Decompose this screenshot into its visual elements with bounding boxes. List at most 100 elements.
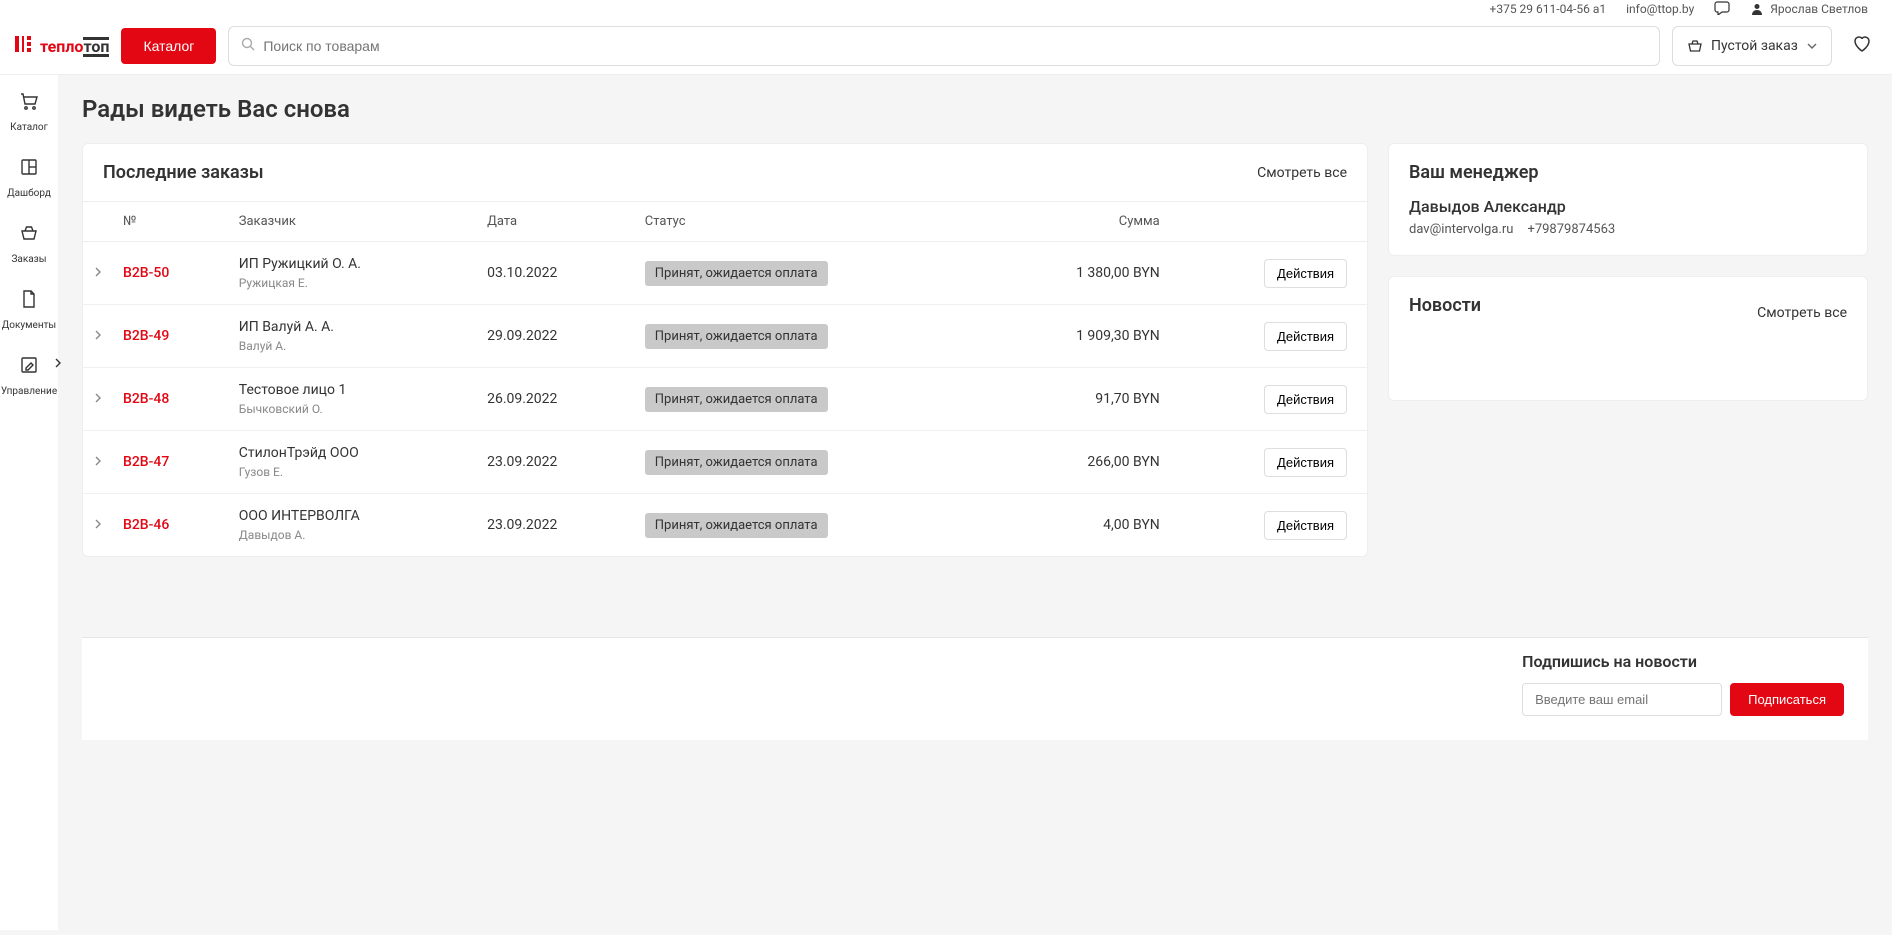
expand-row-icon[interactable]	[83, 368, 113, 431]
subscribe-block: Подпишись на новости Подписаться	[1522, 652, 1844, 716]
order-number-link[interactable]: B2B-49	[123, 328, 169, 344]
favorites-icon[interactable]	[1844, 34, 1880, 58]
col-date: Дата	[477, 202, 635, 242]
page-title: Рады видеть Вас снова	[82, 95, 1868, 123]
header: теплотоп Каталог Пустой заказ	[0, 18, 1892, 75]
sidebar-item-management[interactable]: Управление	[1, 355, 57, 397]
cart-dropdown[interactable]: Пустой заказ	[1672, 26, 1832, 66]
chevron-down-icon	[1807, 41, 1817, 52]
subscribe-title: Подпишись на новости	[1522, 652, 1844, 671]
order-sum: 1 380,00 BYN	[989, 242, 1170, 305]
catalog-button[interactable]: Каталог	[121, 28, 216, 64]
news-view-all-link[interactable]: Смотреть все	[1757, 305, 1847, 321]
expand-row-icon[interactable]	[83, 431, 113, 494]
status-badge: Принят, ожидается оплата	[645, 450, 828, 475]
orders-table: № Заказчик Дата Статус Сумма B2B-50 ИП Р…	[83, 201, 1367, 556]
basket-icon	[1687, 38, 1703, 54]
dashboard-icon	[19, 157, 39, 182]
logo-text-2: топ	[83, 37, 109, 57]
expand-row-icon[interactable]	[83, 494, 113, 557]
actions-button[interactable]: Действия	[1264, 511, 1347, 540]
chevron-right-icon	[55, 358, 61, 371]
customer-name: Тестовое лицо 1	[239, 382, 467, 398]
chat-icon[interactable]	[1714, 1, 1730, 18]
table-row: B2B-47 СтилонТрэйд ООО Гузов Е. 23.09.20…	[83, 431, 1367, 494]
status-badge: Принят, ожидается оплата	[645, 513, 828, 538]
user-icon	[1750, 2, 1764, 16]
manager-phone[interactable]: +79879874563	[1527, 222, 1615, 237]
expand-row-icon[interactable]	[83, 242, 113, 305]
actions-button[interactable]: Действия	[1264, 322, 1347, 351]
sidebar-item-label: Каталог	[10, 122, 48, 133]
sidebar-item-label: Дашборд	[7, 188, 51, 199]
logo-text-1: тепло	[40, 37, 83, 56]
actions-button[interactable]: Действия	[1264, 259, 1347, 288]
orders-view-all-link[interactable]: Смотреть все	[1257, 165, 1347, 181]
basket-icon	[19, 223, 39, 248]
customer-contact: Валуй А.	[239, 339, 467, 353]
sidebar: Каталог Дашборд Заказы Документы Управле…	[0, 75, 58, 930]
cart-label: Пустой заказ	[1711, 38, 1798, 54]
manager-name: Давыдов Александр	[1409, 197, 1847, 216]
document-icon	[19, 289, 39, 314]
order-number-link[interactable]: B2B-47	[123, 454, 169, 470]
order-date: 26.09.2022	[477, 368, 635, 431]
logo[interactable]: теплотоп	[12, 33, 109, 60]
footer: Подпишись на новости Подписаться	[82, 637, 1868, 740]
search-icon	[241, 37, 255, 55]
manager-card: Ваш менеджер Давыдов Александр dav@inter…	[1388, 143, 1868, 256]
order-number-link[interactable]: B2B-50	[123, 265, 169, 281]
sidebar-item-label: Управление	[1, 386, 57, 397]
orders-title: Последние заказы	[103, 162, 264, 183]
topbar-phone: +375 29 611-04-56 а1	[1490, 2, 1607, 16]
manager-email[interactable]: dav@intervolga.ru	[1409, 222, 1513, 237]
customer-contact: Гузов Е.	[239, 465, 467, 479]
search-bar[interactable]	[228, 26, 1660, 66]
topbar: +375 29 611-04-56 а1 info@ttop.by Яросла…	[0, 0, 1892, 18]
sidebar-item-dashboard[interactable]: Дашборд	[7, 157, 51, 199]
user-menu[interactable]: Ярослав Светлов	[1750, 2, 1868, 16]
news-card: Новости Смотреть все	[1388, 276, 1868, 401]
order-number-link[interactable]: B2B-48	[123, 391, 169, 407]
order-date: 23.09.2022	[477, 494, 635, 557]
customer-name: ИП Валуй А. А.	[239, 319, 467, 335]
order-sum: 266,00 BYN	[989, 431, 1170, 494]
col-sum: Сумма	[989, 202, 1170, 242]
customer-name: СтилонТрэйд ООО	[239, 445, 467, 461]
news-title: Новости	[1409, 295, 1481, 316]
search-input[interactable]	[255, 30, 1647, 62]
customer-contact: Давыдов А.	[239, 528, 467, 542]
subscribe-button[interactable]: Подписаться	[1730, 683, 1844, 716]
order-date: 23.09.2022	[477, 431, 635, 494]
table-row: B2B-48 Тестовое лицо 1 Бычковский О. 26.…	[83, 368, 1367, 431]
sidebar-item-documents[interactable]: Документы	[2, 289, 56, 331]
expand-row-icon[interactable]	[83, 305, 113, 368]
table-row: B2B-50 ИП Ружицкий О. А. Ружицкая Е. 03.…	[83, 242, 1367, 305]
subscribe-email-input[interactable]	[1522, 683, 1722, 716]
topbar-email[interactable]: info@ttop.by	[1626, 2, 1694, 16]
actions-button[interactable]: Действия	[1264, 385, 1347, 414]
edit-icon	[19, 355, 39, 380]
sidebar-item-orders[interactable]: Заказы	[11, 223, 46, 265]
order-date: 29.09.2022	[477, 305, 635, 368]
sidebar-item-label: Документы	[2, 320, 56, 331]
cart-icon	[19, 91, 39, 116]
customer-name: ООО ИНТЕРВОЛГА	[239, 508, 467, 524]
table-row: B2B-49 ИП Валуй А. А. Валуй А. 29.09.202…	[83, 305, 1367, 368]
sidebar-item-catalog[interactable]: Каталог	[10, 91, 48, 133]
recent-orders-card: Последние заказы Смотреть все № Заказчик…	[82, 143, 1368, 557]
col-customer: Заказчик	[229, 202, 477, 242]
status-badge: Принят, ожидается оплата	[645, 324, 828, 349]
customer-contact: Бычковский О.	[239, 402, 467, 416]
actions-button[interactable]: Действия	[1264, 448, 1347, 477]
order-date: 03.10.2022	[477, 242, 635, 305]
status-badge: Принят, ожидается оплата	[645, 261, 828, 286]
user-name: Ярослав Светлов	[1770, 2, 1868, 16]
order-number-link[interactable]: B2B-46	[123, 517, 169, 533]
customer-name: ИП Ружицкий О. А.	[239, 256, 467, 272]
sidebar-item-label: Заказы	[11, 254, 46, 265]
order-sum: 1 909,30 BYN	[989, 305, 1170, 368]
customer-contact: Ружицкая Е.	[239, 276, 467, 290]
order-sum: 4,00 BYN	[989, 494, 1170, 557]
col-number: №	[113, 202, 229, 242]
